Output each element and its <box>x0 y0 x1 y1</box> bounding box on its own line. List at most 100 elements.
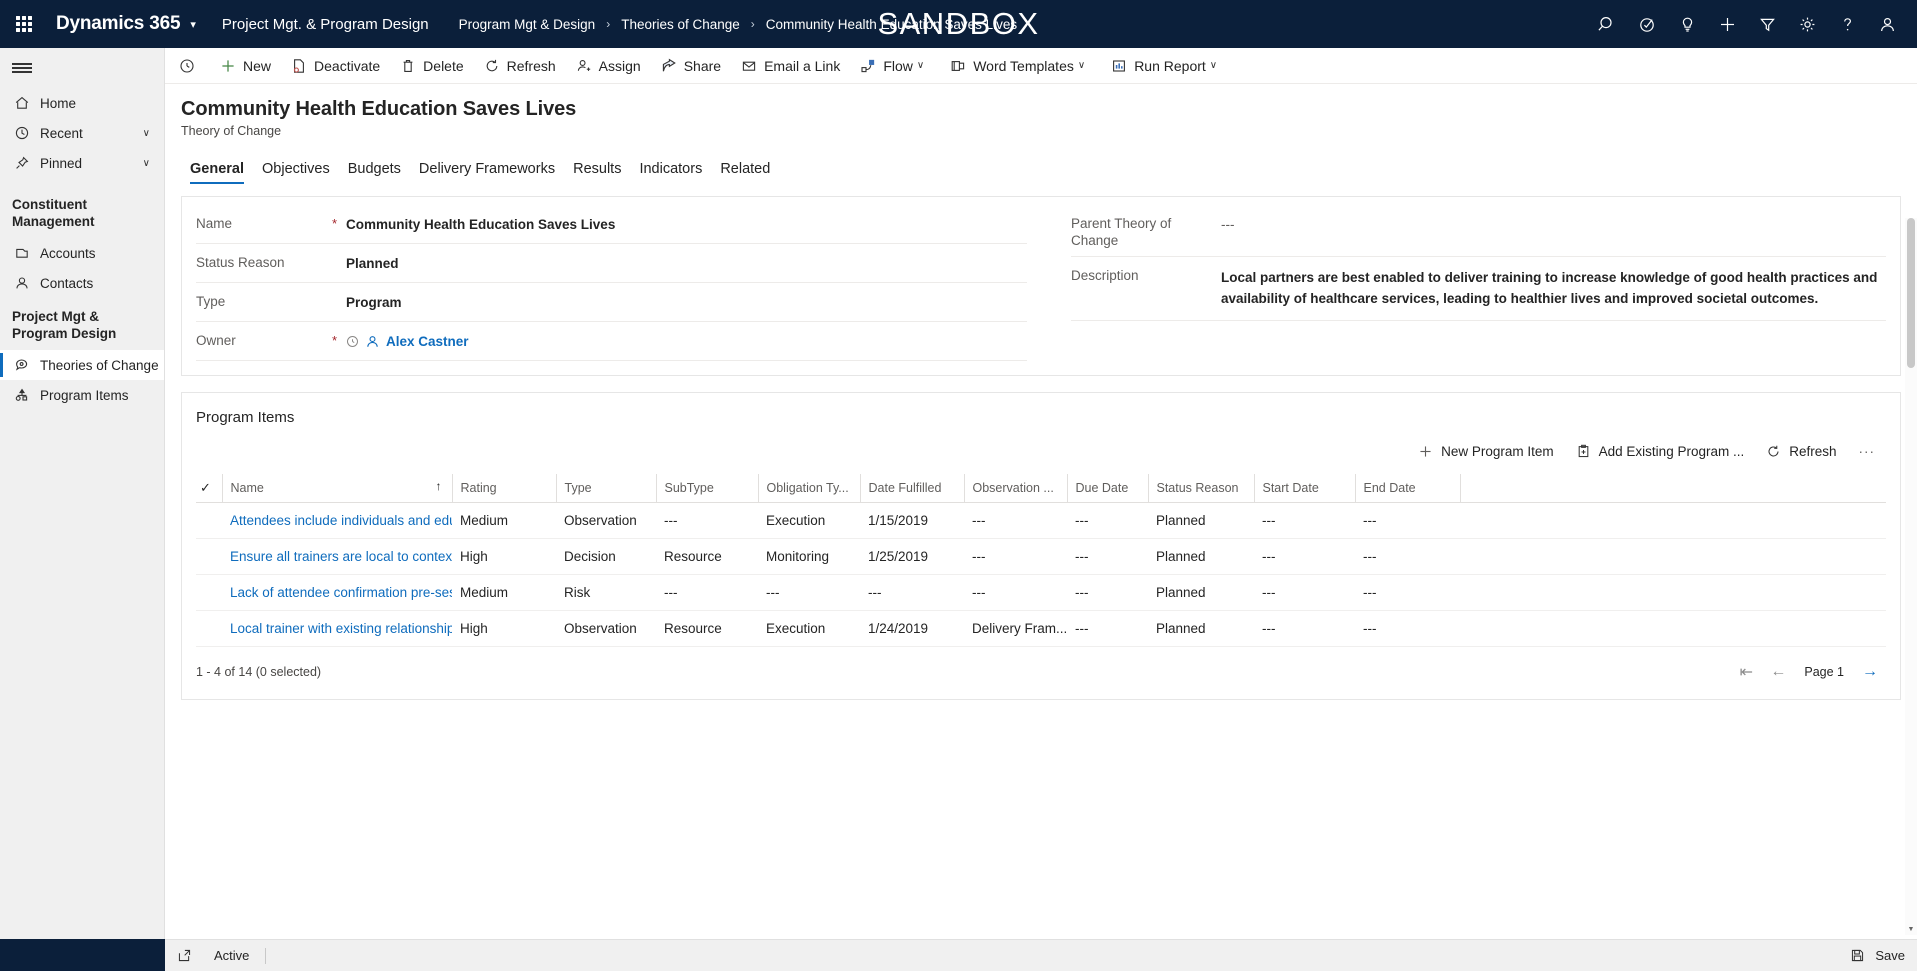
refresh-button[interactable]: Refresh <box>474 48 566 84</box>
app-launcher-icon[interactable] <box>0 0 48 48</box>
form-column-right: Parent Theory of Change --- Description … <box>1041 205 1900 361</box>
scrollbar-thumb[interactable] <box>1907 218 1915 368</box>
subgrid-overflow-button[interactable]: ··· <box>1848 436 1887 466</box>
filter-icon[interactable] <box>1747 0 1787 48</box>
run-report-button[interactable]: Run Report ∨ <box>1101 48 1233 84</box>
tab-results[interactable]: Results <box>564 161 630 184</box>
table-row[interactable]: Attendees include individuals and educat… <box>196 502 1886 539</box>
new-program-item-button[interactable]: New Program Item <box>1407 436 1565 466</box>
table-row[interactable]: Local trainer with existing relationship… <box>196 610 1886 647</box>
tab-objectives[interactable]: Objectives <box>253 161 339 184</box>
row-select-cell[interactable] <box>196 574 222 611</box>
info-icon[interactable] <box>171 48 210 84</box>
add-existing-program-item-button[interactable]: Add Existing Program ... <box>1565 436 1756 466</box>
column-header-obligation-type[interactable]: Obligation Ty... <box>757 474 860 503</box>
table-row[interactable]: Ensure all trainers are local to context… <box>196 538 1886 575</box>
tab-related[interactable]: Related <box>711 161 779 184</box>
save-button[interactable]: Save <box>1875 948 1905 963</box>
sidebar-item-contacts[interactable]: Contacts <box>0 268 164 298</box>
tab-delivery-frameworks[interactable]: Delivery Frameworks <box>410 161 564 184</box>
breadcrumb-item-0[interactable]: Program Mgt & Design <box>459 17 596 32</box>
type-field-value[interactable]: Program <box>346 293 1027 312</box>
next-page-button[interactable]: → <box>1854 659 1886 685</box>
cell-subtype: Resource <box>656 610 758 647</box>
tab-indicators[interactable]: Indicators <box>630 161 711 184</box>
assign-button[interactable]: Assign <box>566 48 651 84</box>
gear-icon[interactable] <box>1787 0 1827 48</box>
search-icon[interactable] <box>1587 0 1627 48</box>
column-header-status-reason[interactable]: Status Reason <box>1147 474 1254 503</box>
description-field-value[interactable]: Local partners are best enabled to deliv… <box>1221 267 1886 309</box>
sidebar-item-accounts[interactable]: Accounts <box>0 238 164 268</box>
word-templates-button[interactable]: Word Templates ∨ <box>940 48 1101 84</box>
sidebar-item-recent[interactable]: Recent ∨ <box>0 118 164 148</box>
table-row[interactable]: Lack of attendee confirmation pre-sessio… <box>196 574 1886 611</box>
scroll-down-icon[interactable]: ▼ <box>1905 923 1917 935</box>
pop-out-icon[interactable] <box>177 948 192 963</box>
column-header-start-date[interactable]: Start Date <box>1253 474 1355 503</box>
chevron-down-icon[interactable]: ∨ <box>143 128 150 139</box>
chevron-down-icon[interactable]: ∨ <box>1206 60 1223 71</box>
home-icon <box>14 95 36 111</box>
site-map-toggle-icon[interactable] <box>0 48 164 88</box>
quick-assist-icon[interactable] <box>1627 0 1667 48</box>
column-header-due-date[interactable]: Due Date <box>1066 474 1148 503</box>
chevron-down-icon[interactable]: ∨ <box>913 60 930 71</box>
row-select-cell[interactable] <box>196 502 222 539</box>
save-icon[interactable] <box>1850 948 1865 963</box>
column-header-rating[interactable]: Rating <box>451 474 556 503</box>
column-header-subtype[interactable]: SubType <box>655 474 758 503</box>
sidebar-item-home[interactable]: Home <box>0 88 164 118</box>
previous-page-button[interactable]: ← <box>1762 659 1794 685</box>
sidebar-item-program-items[interactable]: Program Items <box>0 380 164 410</box>
brand-title[interactable]: Dynamics 365 <box>56 13 181 35</box>
subgrid-refresh-button[interactable]: Refresh <box>1755 436 1847 466</box>
sidebar-item-label: Accounts <box>40 245 96 261</box>
email-a-link-button[interactable]: Email a Link <box>731 48 850 84</box>
column-header-date-fulfilled[interactable]: Date Fulfilled <box>859 474 964 503</box>
help-icon[interactable] <box>1827 0 1867 48</box>
share-button[interactable]: Share <box>651 48 731 84</box>
column-header-name[interactable]: Name ↑ <box>221 474 452 503</box>
sidebar-item-label: Theories of Change <box>40 357 159 373</box>
required-marker-spacer <box>332 254 346 255</box>
deactivate-button[interactable]: Deactivate <box>281 48 390 84</box>
status-reason-field-value[interactable]: Planned <box>346 254 1027 273</box>
cell-name[interactable]: Local trainer with existing relationship… <box>222 610 452 647</box>
account-icon[interactable] <box>1867 0 1907 48</box>
row-select-cell[interactable] <box>196 538 222 575</box>
delete-button[interactable]: Delete <box>390 48 473 84</box>
cell-name[interactable]: Ensure all trainers are local to context… <box>222 538 452 575</box>
column-header-observation[interactable]: Observation ... <box>963 474 1067 503</box>
chevron-down-icon[interactable]: ▾ <box>190 18 196 31</box>
sidebar-item-pinned[interactable]: Pinned ∨ <box>0 148 164 178</box>
sidebar-item-theories-of-change[interactable]: Theories of Change <box>0 350 164 380</box>
new-button[interactable]: New <box>210 48 281 84</box>
tab-budgets[interactable]: Budgets <box>339 161 410 184</box>
column-header-end-date[interactable]: End Date <box>1354 474 1460 503</box>
add-icon[interactable] <box>1707 0 1747 48</box>
breadcrumb-item-1[interactable]: Theories of Change <box>621 17 740 32</box>
flow-button[interactable]: Flow ∨ <box>850 48 940 84</box>
tab-general[interactable]: General <box>181 161 253 184</box>
first-page-button[interactable]: ⇤ <box>1730 659 1762 685</box>
form-column-left: Name * Community Health Education Saves … <box>182 205 1041 361</box>
name-field-value[interactable]: Community Health Education Saves Lives <box>346 215 1027 234</box>
cell-name[interactable]: Lack of attendee confirmation pre-sessio… <box>222 574 452 611</box>
select-all-checkbox[interactable]: ✓ <box>196 474 222 503</box>
form-scrollbar[interactable]: ▲ ▼ <box>1905 218 1917 935</box>
required-marker-spacer <box>1207 267 1221 268</box>
sidebar-bottom-fill <box>0 939 165 971</box>
row-select-cell[interactable] <box>196 610 222 647</box>
owner-field-value[interactable]: Alex Castner <box>386 332 1027 351</box>
breadcrumb-separator-icon: › <box>750 17 755 31</box>
column-header-type[interactable]: Type <box>555 474 656 503</box>
chevron-down-icon[interactable]: ∨ <box>143 158 150 169</box>
parent-theory-field-value[interactable]: --- <box>1221 215 1886 234</box>
lightbulb-icon[interactable] <box>1667 0 1707 48</box>
chevron-down-icon[interactable]: ∨ <box>1074 60 1091 71</box>
cell-name[interactable]: Attendees include individuals and educat… <box>222 502 452 539</box>
share-icon <box>661 58 677 74</box>
app-name-label[interactable]: Project Mgt. & Program Design <box>222 16 429 33</box>
field-row-parent-theory-of-change: Parent Theory of Change --- <box>1071 205 1886 257</box>
